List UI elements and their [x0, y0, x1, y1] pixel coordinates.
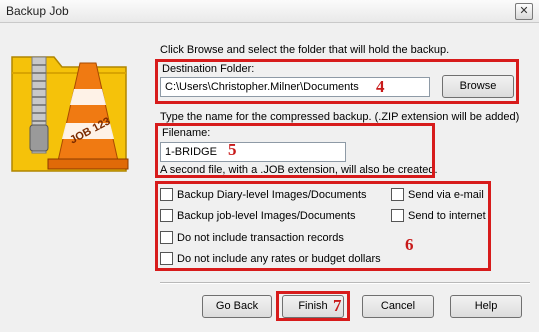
cancel-button[interactable]: Cancel: [362, 295, 434, 318]
help-button[interactable]: Help: [450, 295, 522, 318]
backup-logo-icon: JOB 123: [11, 56, 129, 172]
annotation-number-4: 4: [376, 77, 385, 96]
filename-instruction: Type the name for the compressed backup.…: [160, 111, 520, 123]
window-title: Backup Job: [6, 4, 69, 18]
annotation-number-7: 7: [333, 296, 342, 315]
annotation-number-5: 5: [228, 140, 237, 159]
separator: [160, 282, 530, 284]
annotation-box-6: [155, 181, 491, 271]
close-button[interactable]: ✕: [515, 3, 533, 20]
title-bar: Backup Job ✕: [0, 0, 539, 23]
annotation-box-5: [155, 123, 435, 178]
annotation-box-4: [155, 59, 519, 104]
go-back-button[interactable]: Go Back: [202, 295, 272, 318]
annotation-number-6: 6: [405, 235, 414, 254]
browse-instruction: Click Browse and select the folder that …: [160, 44, 450, 56]
close-icon: ✕: [519, 5, 529, 17]
